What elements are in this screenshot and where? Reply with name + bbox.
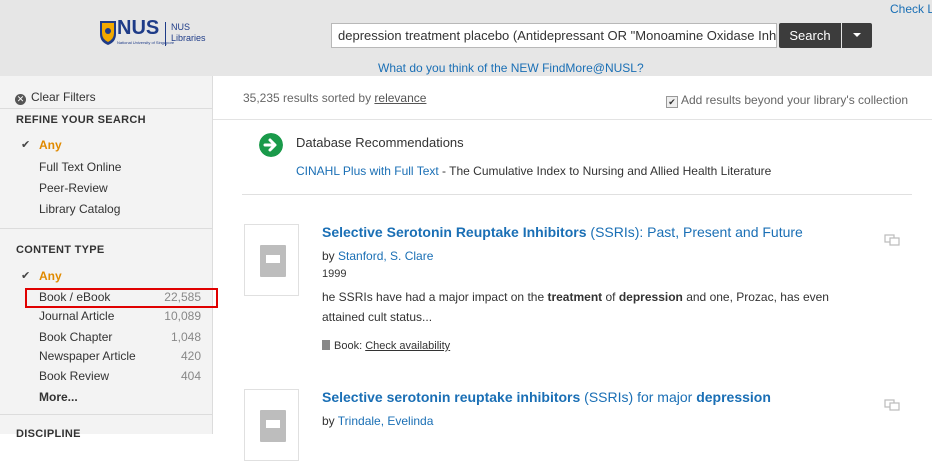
author-link[interactable]: Stanford, S. Clare [338, 249, 433, 263]
search-options-dropdown[interactable] [842, 23, 872, 48]
author-link[interactable]: Trindale, Evelinda [338, 414, 434, 428]
checkmark-icon: ✔ [21, 270, 31, 282]
database-recommendations-title: Database Recommendations [296, 135, 464, 150]
refine-peer-review[interactable]: Peer-Review [39, 181, 108, 195]
count-book-chapter: 1,048 [170, 330, 201, 344]
annotation-highlight-box [25, 288, 218, 308]
checkbox-checked-icon[interactable]: ✔ [666, 96, 678, 108]
logo-divider [165, 22, 166, 46]
add-results-beyond-toggle[interactable]: ✔ Add results beyond your library's colle… [666, 93, 908, 108]
logo-library-text: NUS Libraries [171, 22, 206, 43]
divider [213, 119, 932, 120]
save-item-icon[interactable] [884, 399, 900, 411]
check-link[interactable]: Check L [890, 2, 932, 16]
search-input[interactable]: depression treatment placebo (Antidepres… [331, 23, 777, 48]
count-newspaper-article: 420 [180, 349, 201, 363]
content-type-title: CONTENT TYPE [16, 244, 105, 256]
book-icon [260, 410, 286, 442]
filter-sidebar: ✕ Clear Filters REFINE YOUR SEARCH ✔ Any … [0, 76, 213, 440]
content-type-any[interactable]: Any [39, 269, 62, 283]
content-type-book-chapter[interactable]: Book Chapter [39, 330, 112, 344]
count-book-review: 404 [180, 369, 201, 383]
result-author: by Stanford, S. Clare [322, 249, 434, 263]
divider [0, 228, 212, 229]
book-thumbnail[interactable] [244, 224, 299, 296]
logo-text: NUS [117, 17, 160, 39]
book-thumbnail[interactable] [244, 389, 299, 461]
book-icon [260, 245, 286, 277]
arrow-right-circle-icon [259, 133, 283, 157]
divider [0, 414, 212, 415]
result-availability: Book: Check availability [322, 340, 450, 352]
discipline-section-title: DISCIPLINE [16, 428, 81, 440]
checkmark-icon: ✔ [21, 139, 31, 151]
results-summary: 35,235 results sorted by relevance [243, 91, 427, 105]
result-year: 1999 [322, 268, 347, 280]
nus-libraries-logo[interactable]: NUS National University of Singapore NUS… [99, 17, 211, 49]
result-snippet: he SSRIs have had a major impact on the … [322, 290, 829, 324]
content-type-book-review[interactable]: Book Review [39, 369, 109, 383]
refine-any[interactable]: Any [39, 138, 62, 152]
refine-section-title: REFINE YOUR SEARCH [16, 114, 146, 126]
count-journal-article: 10,089 [164, 309, 201, 323]
refine-full-text-online[interactable]: Full Text Online [39, 160, 121, 174]
divider [242, 194, 912, 195]
database-recommendation: CINAHL Plus with Full Text - The Cumulat… [296, 164, 772, 178]
result-title[interactable]: Selective serotonin reuptake inhibitors … [322, 389, 771, 405]
close-icon: ✕ [15, 94, 26, 105]
content-type-more-link[interactable]: More... [39, 390, 78, 404]
book-icon [322, 340, 330, 350]
feedback-link[interactable]: What do you think of the NEW FindMore@NU… [378, 61, 644, 75]
search-button[interactable]: Search [779, 23, 841, 48]
result-title[interactable]: Selective Serotonin Reuptake Inhibitors … [322, 224, 803, 240]
divider [0, 108, 212, 109]
header-bar: NUS National University of Singapore NUS… [0, 0, 932, 76]
nus-crest-icon [100, 21, 116, 45]
clear-filters-button[interactable]: ✕ Clear Filters [15, 90, 96, 105]
result-author: by Trindale, Evelinda [322, 414, 434, 428]
content-type-journal-article[interactable]: Journal Article [39, 309, 114, 323]
refine-library-catalog[interactable]: Library Catalog [39, 202, 120, 216]
chevron-down-icon [853, 33, 861, 37]
content-type-newspaper-article[interactable]: Newspaper Article [39, 349, 136, 363]
sort-relevance-link[interactable]: relevance [374, 91, 426, 105]
save-item-icon[interactable] [884, 234, 900, 246]
cinahl-link[interactable]: CINAHL Plus with Full Text [296, 164, 439, 178]
check-availability-link[interactable]: Check availability [365, 340, 450, 352]
